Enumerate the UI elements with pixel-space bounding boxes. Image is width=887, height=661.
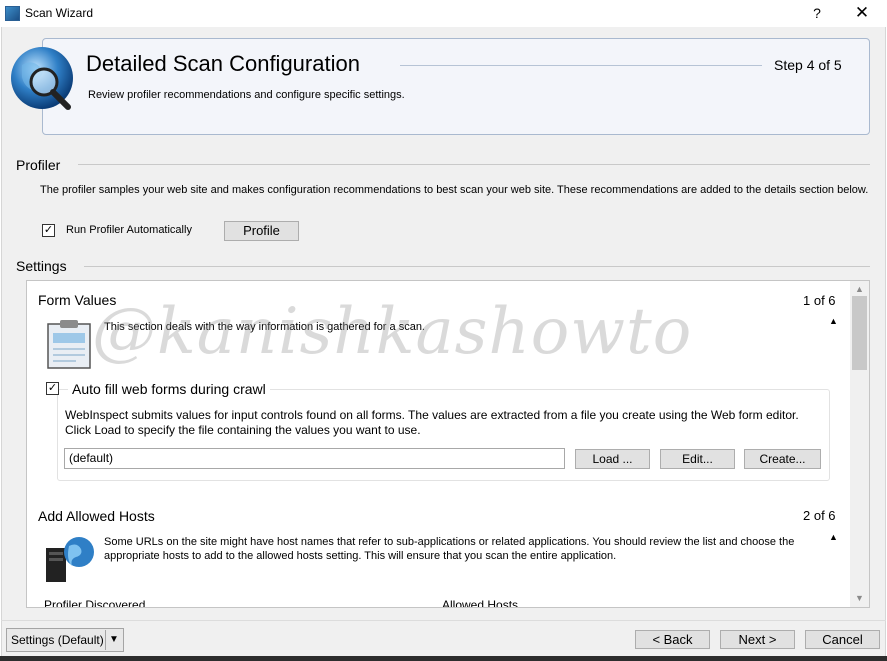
run-profiler-label: Run Profiler Automatically [66, 224, 192, 236]
app-icon [5, 6, 20, 21]
profiler-section-title: Profiler [16, 157, 61, 173]
footer-divider [1, 620, 886, 621]
settings-dropdown[interactable]: Settings (Default) ▼ [6, 628, 124, 652]
close-button[interactable]: ✕ [848, 3, 876, 23]
form-values-count: 1 of 6 [803, 293, 836, 308]
create-button[interactable]: Create... [744, 449, 821, 469]
allowed-hosts-count: 2 of 6 [803, 508, 836, 523]
autofill-checkbox[interactable]: ✓ [46, 382, 59, 395]
header-divider [400, 65, 762, 66]
scroll-down-icon[interactable]: ▼ [850, 593, 869, 603]
cancel-button[interactable]: Cancel [805, 630, 880, 649]
chevron-down-icon[interactable]: ▼ [109, 634, 119, 645]
profiler-divider [78, 164, 870, 165]
title-bar [0, 0, 887, 27]
scroll-thumb[interactable] [852, 296, 867, 370]
settings-section-title: Settings [16, 258, 67, 274]
profiler-description: The profiler samples your web site and m… [40, 184, 869, 196]
allowed-hosts-description: Some URLs on the site might have host na… [104, 536, 795, 562]
profile-button[interactable]: Profile [224, 221, 299, 241]
next-button[interactable]: Next > [720, 630, 795, 649]
watermark: @kanishkashowto [92, 295, 693, 369]
form-file-input[interactable]: (default) [64, 448, 565, 469]
autofill-description: WebInspect submits values for input cont… [65, 408, 799, 437]
dropdown-separator [105, 630, 106, 650]
run-profiler-checkbox[interactable]: ✓ [42, 224, 55, 237]
collapse-up-icon[interactable]: ▲ [829, 316, 838, 326]
allowed-hosts-header: Allowed Hosts [442, 598, 519, 607]
load-button[interactable]: Load ... [575, 449, 650, 469]
globe-magnifier-icon [11, 47, 73, 110]
settings-dropdown-value: Settings (Default) [11, 633, 104, 647]
window-title: Scan Wizard [25, 6, 94, 20]
taskbar-strip [0, 656, 887, 661]
clipboard-form-icon [47, 320, 91, 369]
profiler-discovered-header: Profiler Discovered [44, 598, 146, 607]
allowed-hosts-title: Add Allowed Hosts [38, 508, 155, 524]
scroll-up-icon[interactable]: ▲ [850, 284, 869, 294]
back-button[interactable]: < Back [635, 630, 710, 649]
page-title: Detailed Scan Configuration [86, 51, 366, 77]
help-button[interactable]: ? [806, 3, 828, 23]
edit-button[interactable]: Edit... [660, 449, 735, 469]
page-subtitle: Review profiler recommendations and conf… [88, 89, 405, 101]
autofill-label: Auto fill web forms during crawl [68, 381, 270, 397]
settings-divider [84, 266, 870, 267]
step-indicator: Step 4 of 5 [768, 57, 848, 73]
server-globe-icon [46, 537, 94, 582]
collapse-up-icon[interactable]: ▲ [829, 532, 838, 542]
